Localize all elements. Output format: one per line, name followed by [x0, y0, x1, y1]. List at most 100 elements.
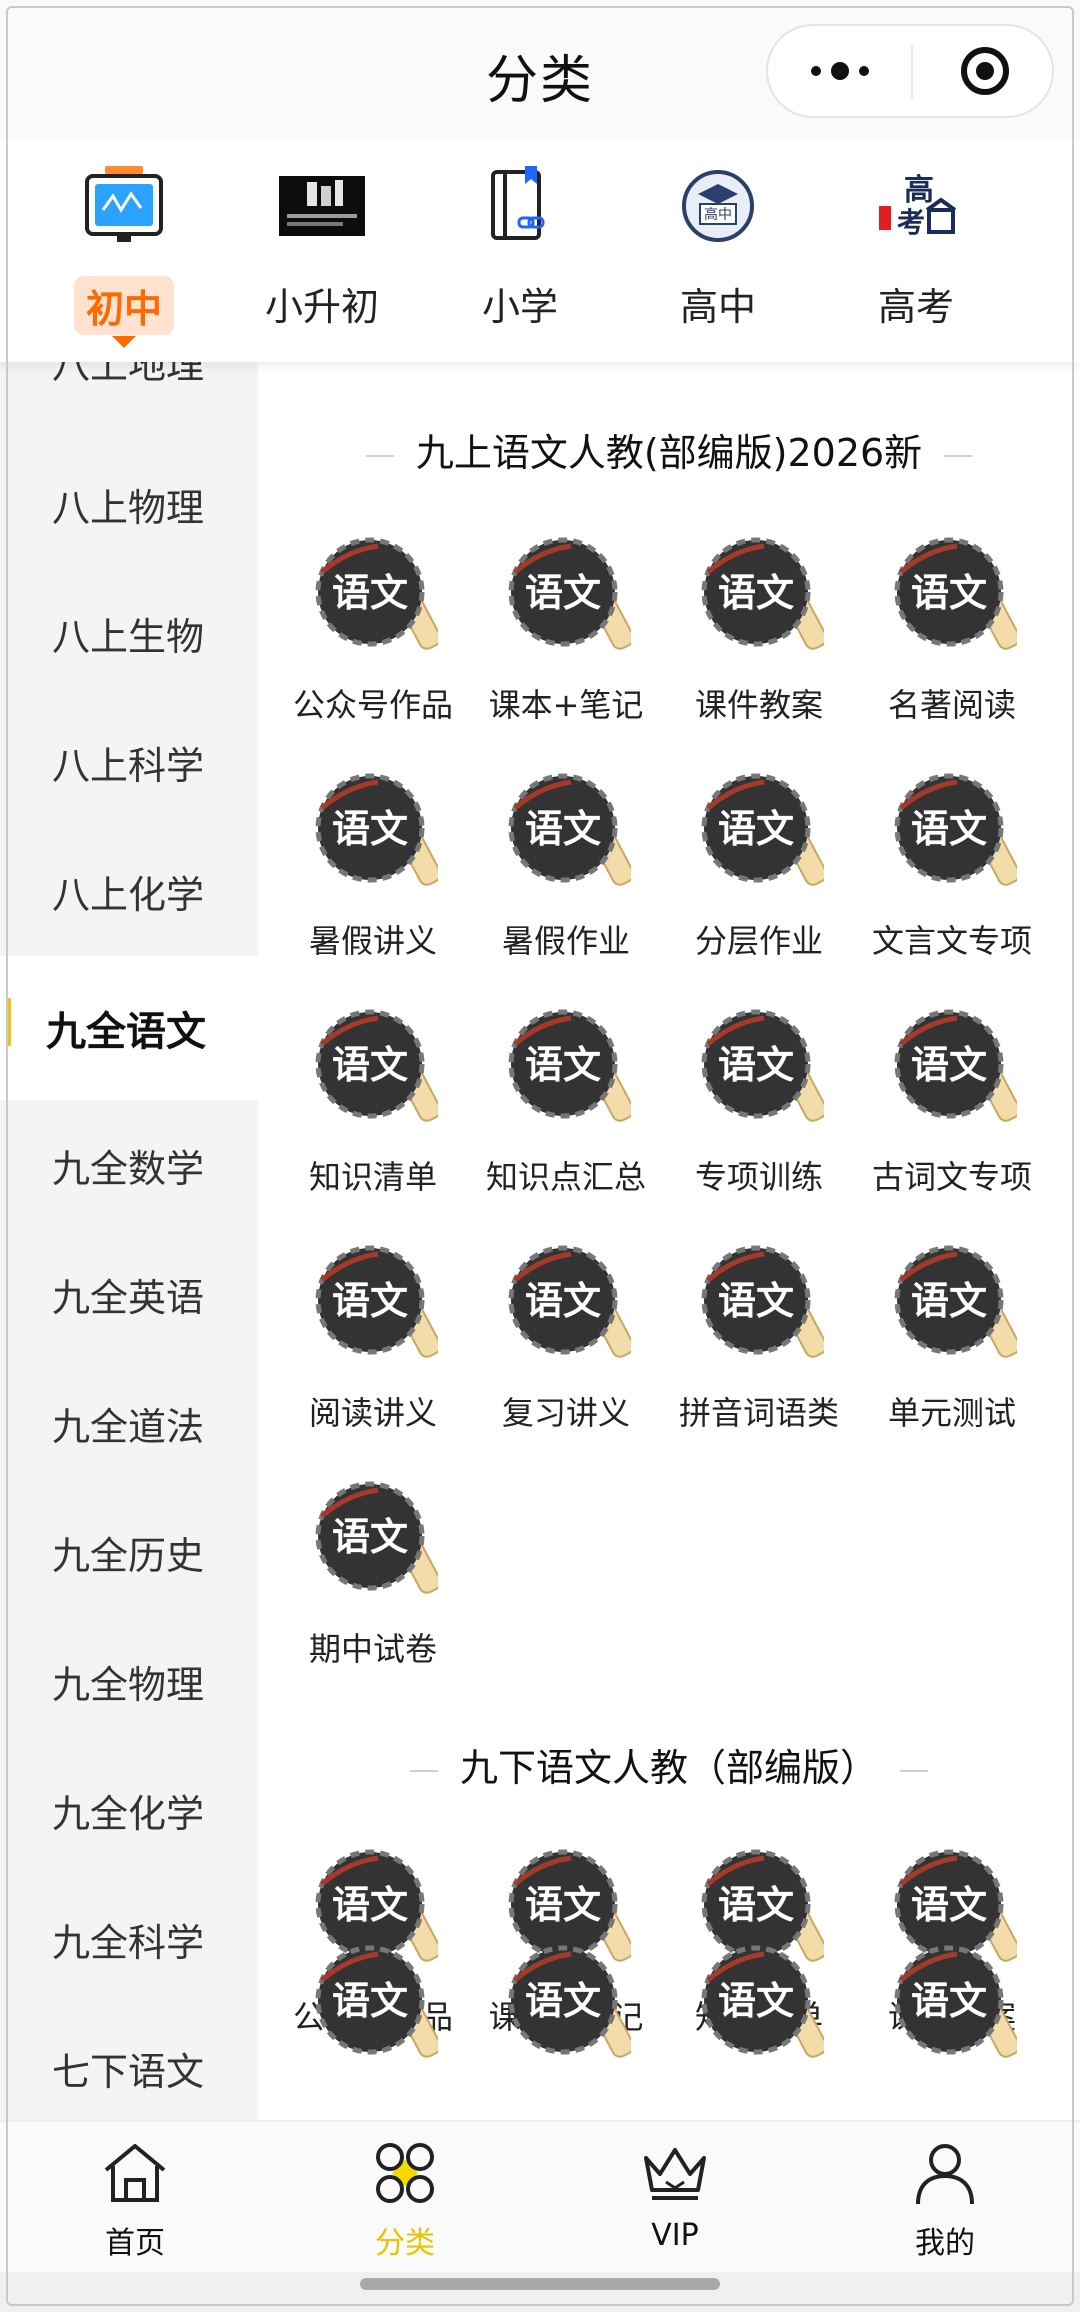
svg-text:语文: 语文 [911, 1979, 987, 2023]
sidebar-item[interactable]: 九全历史 [0, 1487, 258, 1617]
chinese-subject-icon: 语文 [315, 1245, 438, 1358]
svg-text:语文: 语文 [911, 1043, 987, 1087]
svg-text:语文: 语文 [332, 1979, 408, 2023]
category-xiaoshengchu[interactable]: 小升初 [222, 166, 422, 346]
resource-tile[interactable]: 语文公众号作品 [278, 532, 468, 732]
active-caret [112, 336, 136, 348]
nav-label: 我的 [915, 2226, 975, 2261]
chinese-subject-icon: 语文 [508, 1945, 631, 2058]
nav-home[interactable]: 首页 [35, 2140, 235, 2261]
book-link-icon [491, 166, 545, 240]
section-title: 九下语文人教（部编版） [258, 1737, 1080, 1792]
section-title: 九上语文人教(部编版)2026新 [258, 422, 1080, 477]
category-gaozhong[interactable]: 高中 高中 [618, 166, 818, 346]
category-icon [376, 2143, 434, 2203]
resource-tile[interactable]: 语文知识清单 [278, 1004, 468, 1204]
resource-tile[interactable]: 语文文言文专项 [857, 768, 1047, 968]
svg-text:语文: 语文 [332, 1883, 408, 1927]
chinese-subject-icon: 语文 [315, 773, 438, 886]
resource-tile-label: 课件教案 [694, 686, 823, 724]
bottom-safe-area [0, 2270, 1080, 2312]
chinese-subject-icon: 语文 [701, 1945, 824, 2058]
resource-tile[interactable]: 语文 专项训练 [664, 1004, 854, 1204]
home-icon [104, 2144, 166, 2202]
nav-category[interactable]: 分类 [305, 2140, 505, 2261]
chinese-subject-icon: 语文 [894, 1245, 1017, 1358]
svg-text:语文: 语文 [525, 1043, 601, 1087]
sidebar-item-active[interactable]: 九全语文 [0, 956, 258, 1100]
chinese-subject-icon: 语文 [315, 1481, 438, 1594]
resource-tile-label: 文言文专项 [871, 922, 1032, 960]
resource-content: 九上语文人教(部编版)2026新 九下语文人教（部编版） 语文 公众号作品 语文 课本… [258, 362, 1080, 2120]
resource-tile[interactable]: 语文课件教案 [664, 532, 854, 732]
chinese-subject-icon: 语文 [894, 773, 1017, 886]
title-bar: 分类 [0, 0, 1080, 140]
chinese-subject-icon: 语文 [894, 1945, 1017, 2058]
sidebar-item[interactable]: 九全数学 [0, 1100, 258, 1230]
close-target-icon[interactable] [961, 47, 1009, 95]
sidebar-item[interactable]: 九全物理 [0, 1616, 258, 1746]
category-xiaoxue[interactable]: 小学 [420, 166, 620, 346]
sidebar-item[interactable]: 九全科学 [0, 1874, 258, 2004]
sidebar-item[interactable]: 七下语文 [0, 2003, 258, 2120]
resource-tile-label: 课本+笔记 [488, 686, 644, 724]
category-chuzhong[interactable]: 初中 [24, 166, 224, 348]
sidebar-item[interactable]: 九全道法 [0, 1358, 258, 1488]
category-label: 小升初 [264, 285, 379, 329]
resource-tile-partial[interactable]: 语文 [857, 1940, 1047, 2120]
nav-mine[interactable]: 我的 [845, 2140, 1045, 2261]
resource-tile[interactable]: 语文 暑假作业 [471, 768, 661, 968]
more-icon[interactable] [768, 26, 911, 116]
resource-tile-partial[interactable]: 语文 [471, 1940, 661, 2120]
chinese-subject-icon: 语文 [701, 1009, 824, 1122]
chinese-subject-icon: 语文 [508, 537, 631, 650]
resource-tile[interactable]: 语文 知识点汇总 [471, 1004, 661, 1204]
resource-tile-partial[interactable]: 语文 [278, 1940, 468, 2120]
resource-tile[interactable]: 语文 暑假讲义 [278, 768, 468, 968]
resource-tile[interactable]: 语文 阅读讲义 [278, 1240, 468, 1440]
nav-vip[interactable]: VIP [575, 2140, 775, 2260]
resource-tile[interactable]: 语文课本+笔记 [471, 532, 661, 732]
chinese-subject-icon: 语文 [508, 773, 631, 886]
resource-tile-label: 公众号作品 [292, 686, 453, 724]
bottom-nav: 首页 分类 VIP 我的 [0, 2120, 1080, 2272]
nav-label: 分类 [375, 2226, 435, 2261]
sidebar-item[interactable]: 九全英语 [0, 1229, 258, 1359]
subject-sidebar: 八上地理 八上物理 八上生物 八上科学 八上化学 九全语文 九全数学 九全英语 … [0, 362, 258, 2120]
category-gaokao[interactable]: 高 考 高考 [816, 166, 1016, 346]
chinese-subject-icon: 语文 [315, 1009, 438, 1122]
resource-tile[interactable]: 语文 拼音词语类 [664, 1240, 854, 1440]
sidebar-item[interactable]: 八上生物 [0, 568, 258, 698]
svg-text:考: 考 [897, 206, 925, 239]
resource-tile-partial[interactable]: 语文 [664, 1940, 854, 2120]
category-label: 高考 [877, 285, 954, 329]
resource-tile[interactable]: 语文 名著阅读 [857, 532, 1047, 732]
svg-text:语文: 语文 [525, 1279, 601, 1323]
resource-tile[interactable]: 语文 复习讲义 [471, 1240, 661, 1440]
sidebar-item[interactable]: 八上物理 [0, 439, 258, 569]
sidebar-item[interactable]: 八上化学 [0, 826, 258, 956]
resource-tile-label: 分层作业 [694, 922, 823, 960]
svg-text:语文: 语文 [332, 1043, 408, 1087]
resource-tile[interactable]: 语文期中试卷 [278, 1476, 468, 1676]
resource-tile[interactable]: 语文 古词文专项 [857, 1004, 1047, 1204]
svg-text:语文: 语文 [525, 1979, 601, 2023]
sidebar-item[interactable]: 八上地理 [0, 362, 258, 426]
category-label: 初中 [73, 276, 174, 335]
svg-text:语文: 语文 [718, 1279, 794, 1323]
graduation-badge-icon: 高中 [682, 170, 754, 242]
resource-tile[interactable]: 语文 单元测试 [857, 1240, 1047, 1440]
chinese-subject-icon: 语文 [701, 537, 824, 650]
sidebar-item[interactable]: 八上科学 [0, 697, 258, 827]
resource-tile-label: 知识点汇总 [485, 1158, 646, 1196]
category-label: 高中 [679, 285, 756, 329]
resource-tile-label: 期中试卷 [308, 1630, 437, 1668]
svg-text:语文: 语文 [911, 1279, 987, 1323]
svg-text:高中: 高中 [704, 206, 732, 223]
crown-icon [644, 2148, 706, 2200]
miniprogram-capsule [766, 24, 1054, 118]
chinese-subject-icon: 语文 [894, 537, 1017, 650]
resource-tile[interactable]: 语文 分层作业 [664, 768, 854, 968]
sidebar-item[interactable]: 九全化学 [0, 1745, 258, 1875]
chinese-subject-icon: 语文 [508, 1245, 631, 1358]
